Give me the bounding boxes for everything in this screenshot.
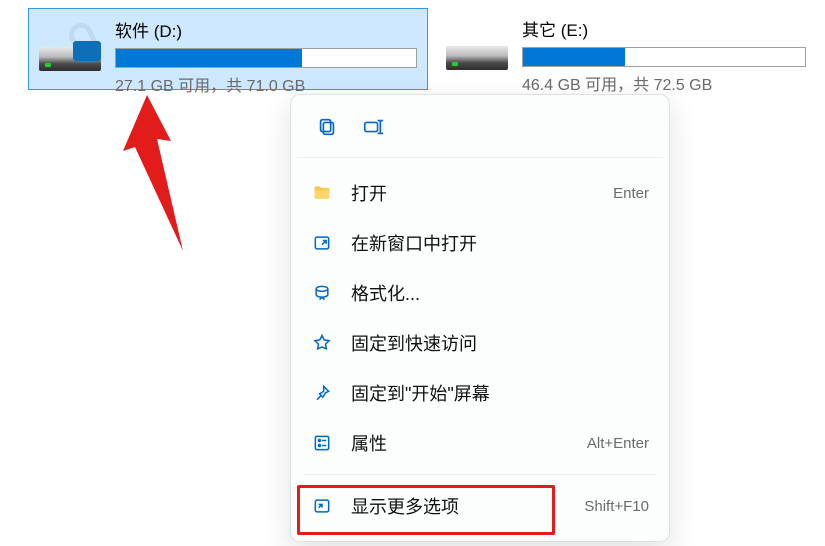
drive-icon [39, 15, 101, 77]
menu-item-label: 显示更多选项 [351, 493, 566, 519]
context-menu-action-row [297, 105, 663, 158]
copy-icon [316, 116, 338, 138]
rename-button[interactable] [353, 109, 393, 145]
star-icon [311, 332, 333, 354]
drive-name: 软件 (D:) [115, 17, 417, 42]
menu-item-label: 固定到快速访问 [351, 330, 631, 356]
drive-usage-text: 27.1 GB 可用，共 71.0 GB [115, 72, 417, 96]
menu-item-pin-quick-access[interactable]: 固定到快速访问 [297, 318, 663, 368]
menu-item-properties[interactable]: 属性 Alt+Enter [297, 418, 663, 468]
menu-item-label: 固定到"开始"屏幕 [351, 380, 631, 406]
menu-separator [303, 474, 657, 475]
menu-item-open[interactable]: 打开 Enter [297, 168, 663, 218]
more-options-icon [311, 495, 333, 517]
drive-usage-bar [115, 48, 417, 68]
format-icon [311, 282, 333, 304]
annotation-arrow [85, 95, 265, 265]
rename-icon [362, 116, 384, 138]
drive-tile-e[interactable]: 其它 (E:) 46.4 GB 可用，共 72.5 GB [436, 8, 816, 90]
menu-item-show-more-options[interactable]: 显示更多选项 Shift+F10 [297, 481, 663, 531]
menu-item-shortcut: Alt+Enter [587, 435, 649, 452]
menu-item-label: 格式化... [351, 280, 631, 306]
menu-item-shortcut: Enter [613, 185, 649, 202]
menu-item-label: 在新窗口中打开 [351, 230, 631, 256]
menu-item-open-new-window[interactable]: 在新窗口中打开 [297, 218, 663, 268]
drive-icon [446, 14, 508, 76]
menu-item-format[interactable]: 格式化... [297, 268, 663, 318]
drive-usage-text: 46.4 GB 可用，共 72.5 GB [522, 71, 806, 95]
pin-icon [311, 382, 333, 404]
drive-usage-bar [522, 47, 806, 67]
context-menu: 打开 Enter 在新窗口中打开 格式化... 固定到 [290, 94, 670, 542]
drive-name: 其它 (E:) [522, 16, 806, 41]
menu-item-pin-start[interactable]: 固定到"开始"屏幕 [297, 368, 663, 418]
menu-item-label: 打开 [351, 180, 595, 206]
properties-icon [311, 432, 333, 454]
copy-button[interactable] [307, 109, 347, 145]
menu-item-label: 属性 [351, 430, 569, 456]
drive-tile-d[interactable]: 软件 (D:) 27.1 GB 可用，共 71.0 GB [28, 8, 428, 90]
folder-icon [311, 182, 333, 204]
menu-item-shortcut: Shift+F10 [584, 498, 649, 515]
new-window-icon [311, 232, 333, 254]
